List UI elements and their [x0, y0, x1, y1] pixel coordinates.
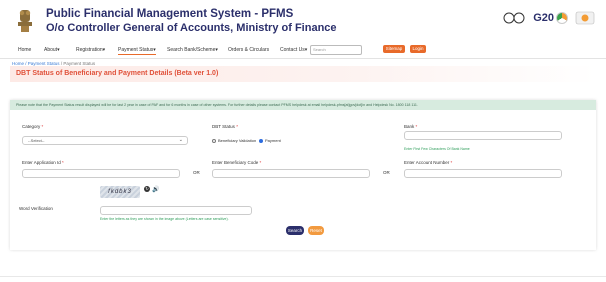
nav-home[interactable]: Home	[18, 47, 31, 53]
nav-search-bank-scheme[interactable]: Search Bank/Scheme▾	[167, 47, 218, 53]
radio-label: Beneficiary Validation	[218, 138, 257, 143]
or-separator: OR	[383, 170, 390, 175]
g20-logo-icon: G20	[533, 12, 568, 24]
bank-input[interactable]	[404, 131, 562, 140]
national-emblem-icon	[18, 10, 32, 32]
main-nav: Home About▾ Registration▾ Payment Status…	[0, 42, 606, 59]
nav-orders-circulars[interactable]: Orders & Circulars	[228, 47, 269, 53]
site-subtitle: O/o Controller General of Accounts, Mini…	[46, 22, 337, 34]
or-separator: OR	[193, 170, 200, 175]
radio-payment[interactable]: Payment	[259, 138, 281, 143]
site-title: Public Financial Management System - PFM…	[46, 8, 294, 20]
category-selected-value: --Select--	[28, 138, 45, 143]
nav-about[interactable]: About▾	[44, 47, 60, 53]
account-number-input[interactable]	[404, 169, 562, 178]
nav-contact-us[interactable]: Contact Us▾	[280, 47, 307, 53]
refresh-icon[interactable]: ↻	[144, 186, 150, 192]
g20-label: G20	[533, 12, 554, 24]
account-number-label: Enter Account Number *	[404, 160, 453, 165]
page-title-banner: DBT Status of Beneficiary and Payment De…	[10, 66, 596, 82]
partner-logos: G20	[501, 10, 596, 26]
search-form-card: Please note that the Payment Status resu…	[10, 100, 596, 250]
footer-divider	[0, 276, 606, 277]
radio-icon	[212, 138, 216, 143]
captcha-input[interactable]	[100, 206, 252, 215]
category-label: Category *	[22, 124, 44, 129]
login-button[interactable]: Login	[410, 45, 426, 53]
category-select[interactable]: --Select-- ⌄	[22, 136, 188, 145]
radio-label: Payment	[265, 138, 281, 143]
sitemap-button[interactable]: Sitemap	[383, 45, 405, 53]
page-title: DBT Status of Beneficiary and Payment De…	[16, 70, 219, 77]
info-note: Please note that the Payment Status resu…	[10, 100, 596, 110]
application-id-label: Enter Application Id *	[22, 160, 64, 165]
captcha-hint: Enter the letters as they are shown in t…	[100, 217, 229, 221]
reset-button[interactable]: Reset	[308, 226, 324, 235]
chevron-down-icon: ⌄	[178, 137, 183, 143]
nav-payment-status[interactable]: Payment Status▾	[118, 47, 156, 55]
radio-beneficiary-validation[interactable]: Beneficiary Validation	[212, 138, 256, 143]
nav-registration[interactable]: Registration▾	[76, 47, 105, 53]
application-id-input[interactable]	[22, 169, 180, 178]
word-verification-label: Word Verification	[19, 206, 53, 211]
radio-selected-icon	[259, 138, 263, 143]
azadi-logo-icon	[575, 11, 595, 25]
captcha-image: fkdbk3	[100, 186, 140, 198]
bank-label: Bank *	[404, 124, 418, 129]
swachh-bharat-icon	[503, 12, 525, 24]
beneficiary-code-input[interactable]	[212, 169, 370, 178]
search-input[interactable]: Search	[310, 45, 362, 55]
beneficiary-code-label: Enter Beneficiary Code *	[212, 160, 262, 165]
search-button[interactable]: Search	[286, 226, 304, 235]
site-header: Public Financial Management System - PFM…	[0, 0, 606, 42]
dbt-status-label: DBT Status *	[212, 124, 238, 129]
bank-hint: Enter First Few Characters Of Bank Name	[404, 147, 470, 151]
speaker-icon[interactable]: 🔊	[152, 186, 159, 193]
